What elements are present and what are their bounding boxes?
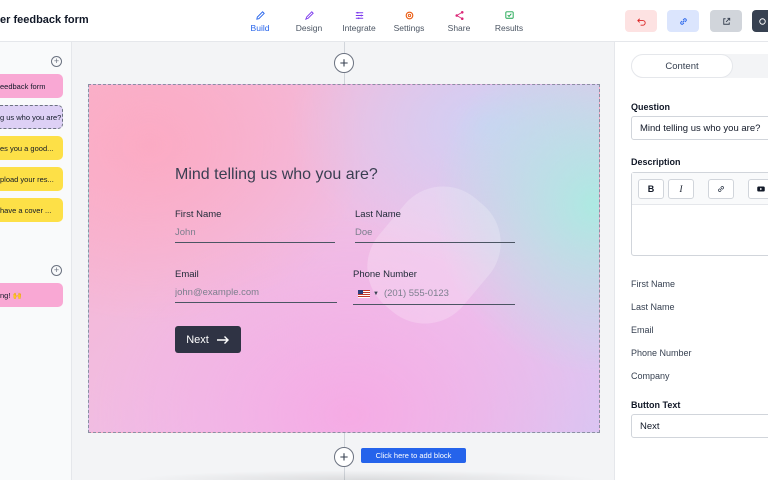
undo-button[interactable] — [625, 10, 657, 32]
italic-button[interactable]: I — [668, 179, 694, 199]
tab-settings[interactable]: Settings — [384, 4, 434, 38]
sidebar-block-label: es you a good... — [0, 143, 54, 153]
results-icon — [504, 10, 514, 19]
arrow-right-icon — [216, 335, 229, 344]
first-name-input[interactable] — [175, 223, 335, 243]
sidebar-block-label: eedback form — [0, 81, 46, 91]
tab-integrate[interactable]: Integrate — [334, 4, 384, 38]
publish-button[interactable] — [752, 10, 768, 32]
add-block-icon[interactable]: + — [51, 56, 62, 67]
editor-toolbar: B I — [632, 173, 768, 205]
question-title[interactable]: Mind telling us who you are? — [175, 166, 378, 184]
tab-design[interactable]: Design — [284, 4, 334, 38]
decorative-glow — [346, 166, 522, 344]
properties-panel: Content Question Mind telling us who you… — [614, 42, 768, 480]
pencil-icon — [255, 10, 265, 20]
tab-settings-label: Settings — [393, 22, 425, 33]
sidebar-block-label: ng! 🙌 — [0, 290, 22, 300]
youtube-icon — [757, 186, 765, 192]
tab-share-label: Share — [447, 22, 471, 33]
add-block-hint[interactable]: Click here to add block — [361, 448, 466, 463]
question-label: Question — [631, 102, 671, 112]
button-text-label: Button Text — [631, 400, 681, 410]
form-preview-card: Mind telling us who you are? First Name … — [88, 84, 600, 433]
sidebar-block-contact[interactable]: g us who you are? — [0, 105, 63, 129]
copy-link-button[interactable] — [667, 10, 699, 32]
description-editor[interactable]: B I — [631, 172, 768, 256]
sidebar-block-label: g us who you are? — [0, 112, 62, 122]
next-button[interactable]: Next — [175, 326, 241, 353]
sidebar-block-label: have a cover ... — [0, 205, 52, 215]
nav-tabs: Build Design Integrate Settings Share Re… — [236, 4, 534, 38]
add-ending-icon[interactable]: + — [51, 265, 62, 276]
sliders-icon — [355, 11, 363, 19]
phone-input[interactable] — [383, 288, 494, 299]
insert-video-button[interactable] — [748, 179, 768, 199]
last-name-input[interactable] — [355, 223, 515, 243]
sidebar-block-upload[interactable]: pload your res... — [0, 167, 63, 191]
field-item-first-name[interactable]: First Name — [631, 279, 675, 289]
sidebar-block-welcome[interactable]: eedback form — [0, 74, 63, 98]
gear-icon — [405, 11, 413, 19]
last-name-label: Last Name — [355, 209, 401, 220]
phone-label: Phone Number — [353, 269, 417, 280]
add-block-above-button[interactable]: + — [334, 53, 354, 73]
us-flag-icon[interactable] — [358, 289, 370, 298]
tab-build-label: Build — [250, 22, 270, 33]
first-name-label: First Name — [175, 209, 222, 220]
phone-field: ▼ — [353, 283, 515, 305]
link-icon — [718, 186, 724, 192]
brush-icon — [304, 10, 314, 20]
question-input[interactable]: Mind telling us who you are? — [631, 116, 768, 140]
tab-design-label: Design — [295, 22, 323, 33]
share-icon — [454, 10, 464, 20]
field-item-email[interactable]: Email — [631, 325, 654, 335]
tab-content[interactable]: Content — [631, 54, 733, 78]
publish-icon — [758, 17, 766, 25]
tab-integrate-label: Integrate — [342, 22, 376, 33]
add-block-hint-label: Click here to add block — [375, 451, 452, 460]
button-text-input[interactable]: Next — [631, 414, 768, 438]
external-link-icon — [722, 17, 730, 25]
sidebar-block-ending[interactable]: ng! 🙌 — [0, 283, 63, 307]
top-bar: er feedback form Build Design Integrate … — [0, 0, 768, 42]
add-block-below-button[interactable]: + — [334, 447, 354, 467]
field-item-phone-number[interactable]: Phone Number — [631, 348, 692, 358]
tab-share[interactable]: Share — [434, 4, 484, 38]
insert-link-button[interactable] — [708, 179, 734, 199]
connector-line — [344, 433, 345, 447]
undo-icon — [636, 17, 646, 26]
open-preview-button[interactable] — [710, 10, 742, 32]
next-button-label: Next — [186, 333, 209, 346]
email-input[interactable] — [175, 283, 337, 303]
sidebar-block-cover[interactable]: have a cover ... — [0, 198, 63, 222]
description-label: Description — [631, 157, 681, 167]
sidebar-block-rating[interactable]: es you a good... — [0, 136, 63, 160]
email-label: Email — [175, 269, 199, 280]
connector-line — [344, 73, 345, 84]
bold-button[interactable]: B — [638, 179, 664, 199]
link-icon — [679, 17, 687, 25]
block-sidebar: + eedback form g us who you are? es you … — [0, 42, 72, 480]
tab-build[interactable]: Build — [236, 4, 284, 38]
chevron-down-icon[interactable]: ▼ — [373, 291, 379, 297]
tab-results-label: Results — [494, 22, 524, 33]
field-item-company[interactable]: Company — [631, 371, 670, 381]
tab-results[interactable]: Results — [484, 4, 534, 38]
next-card-shadow — [130, 470, 600, 480]
field-item-last-name[interactable]: Last Name — [631, 302, 675, 312]
form-title[interactable]: er feedback form — [0, 14, 89, 26]
sidebar-block-label: pload your res... — [0, 174, 54, 184]
